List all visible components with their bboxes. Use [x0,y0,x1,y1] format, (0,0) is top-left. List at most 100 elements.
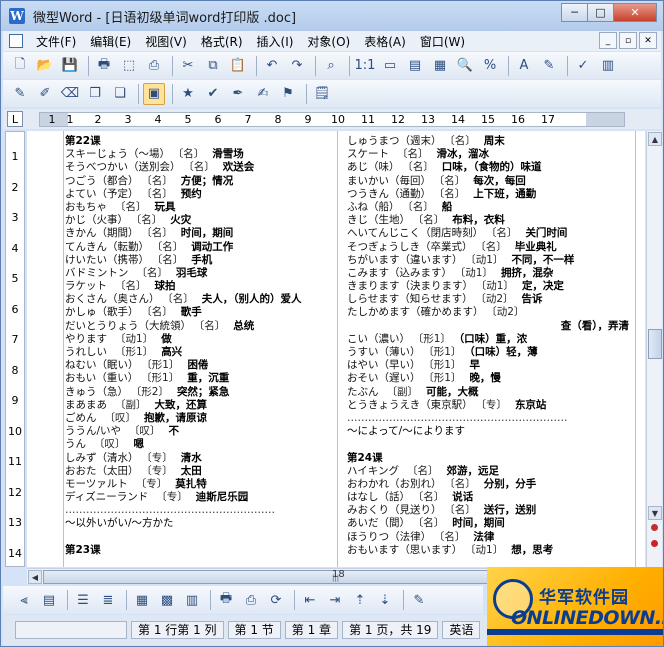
doc-restore-button[interactable]: ▫ [619,32,637,49]
marker-icon[interactable]: ✒ [227,83,249,105]
vertical-scroll-thumb[interactable] [648,329,662,359]
clipboard-active-icon[interactable]: ▣ [143,82,165,105]
vocab-entry[interactable]: あいだ（間） 〔名〕 时间，期间 [347,517,635,530]
vocab-entry[interactable]: まあまあ 〔副〕 大致，还算 [65,399,329,412]
note-icon[interactable]: 🗒 [311,83,333,105]
page-view-icon[interactable]: 1:1 [354,55,376,77]
table-insert-icon[interactable]: ▥ [181,589,203,611]
doc-red-icon[interactable]: ▦ [131,589,153,611]
vocab-entry[interactable]: やります 〔动1〕做 [65,333,329,346]
vocab-entry[interactable]: うすい（薄い） 〔形1〕 （口味）轻，薄 [347,346,635,359]
doc-close-button[interactable]: ✕ [639,32,657,49]
vocab-entry[interactable]: モーツァルト 〔专〕 莫扎特 [65,478,329,491]
vocab-entry[interactable]: きまります（決まります） 〔动1〕 定，决定 [347,280,635,293]
vocab-entry[interactable]: ハイキング 〔名〕 郊游，远足 [347,465,635,478]
minimize-button[interactable]: ─ [561,3,588,22]
vocab-entry[interactable]: おおた（太田） 〔专〕 太田 [65,465,329,478]
vocab-entry[interactable]: ううん/いや 〔叹〕不 [65,425,329,438]
vocab-entry[interactable]: うれしい 〔形1〕 高兴 [65,346,329,359]
list-icon[interactable]: ☰ [72,589,94,611]
vocab-entry[interactable]: はなし（話） 〔名〕 说话 [347,491,635,504]
save-icon[interactable]: 💾 [59,55,81,77]
maximize-button[interactable]: □ [587,3,614,22]
arrow-up-icon[interactable]: ⇡ [349,589,371,611]
print-preview-icon[interactable]: ⎙ [143,55,165,77]
vocab-entry[interactable]: たぶん 〔副〕 可能，大概 [347,386,635,399]
menu-view[interactable]: 视图(V) [138,33,194,50]
horizontal-ruler[interactable]: 1 1 2 3 4 5 6 7 8 9 10 11 12 13 14 15 16 17 [39,112,625,127]
vocab-entry[interactable]: へいてんじこく（閉店時刻） 〔名〕 关门时间 [347,227,635,240]
previous-page-button[interactable] [651,524,658,531]
pen2-icon[interactable]: ✎ [408,589,430,611]
vocab-entry[interactable]: はやい（早い） 〔形1〕早 [347,359,635,372]
vocab-entry[interactable]: ねむい（眠い） 〔形1〕 困倦 [65,359,329,372]
document-icon[interactable] [9,34,23,48]
cut-icon[interactable]: ✂ [177,55,199,77]
menu-table[interactable]: 表格(A) [357,33,413,50]
tab-stop-selector[interactable]: L [7,111,23,127]
vocab-entry[interactable]: しゅうまつ（週末） 〔名〕 周末 [347,135,635,148]
menu-insert[interactable]: 插入(I) [250,33,301,50]
split-icon[interactable]: ⫷ [13,589,35,611]
vocab-entry[interactable]: うん 〔叹〕嗯 [65,438,329,451]
grammar-note[interactable]: ～以外いがい/～方かた [65,517,329,530]
menu-edit[interactable]: 编辑(E) [83,33,138,50]
vertical-scrollbar[interactable]: ▲ ▼ [646,131,662,567]
page-icon[interactable]: ▤ [38,589,60,611]
refresh-icon[interactable]: ⟳ [265,589,287,611]
vocab-entry[interactable]: おそい（遅い） 〔形1〕 晚，慢 [347,372,635,385]
preview2-icon[interactable]: ⎙ [240,589,262,611]
vocab-entry[interactable]: おわかれ（お別れ） 〔名〕 分别，分手 [347,478,635,491]
menu-format[interactable]: 格式(R) [194,33,250,50]
pencil-icon[interactable]: ✎ [9,83,31,105]
vocab-entry[interactable]: ごめん 〔叹〕 抱歉，请原谅 [65,412,329,425]
redo-icon[interactable]: ↷ [286,55,308,77]
vocab-entry[interactable]: ディズニーランド 〔专〕 迪斯尼乐园 [65,491,329,504]
pen-icon[interactable]: ✍ [252,83,274,105]
chart-icon[interactable]: ▥ [597,55,619,77]
vocab-entry[interactable]: こい（濃い） 〔形1〕 （口味）重，浓 [347,333,635,346]
print-icon[interactable]: 🖶 [93,55,115,77]
vocab-entry[interactable]: きかん（期間） 〔名〕 时间，期间 [65,227,329,240]
vocab-entry[interactable]: スキーじょう（～場） 〔名〕 滑雪场 [65,148,329,161]
lesson-heading[interactable]: 第24课 [347,452,635,465]
vocab-entry[interactable]: おもいます（思います） 〔动1〕 想，思考 [347,544,635,557]
copy-page-icon[interactable]: ❐ [84,83,106,105]
full-view-icon[interactable]: ▦ [429,55,451,77]
brush-icon[interactable]: ⚑ [277,83,299,105]
vocab-entry[interactable]: そつぎょうしき（卒業式） 〔名〕 毕业典礼 [347,241,635,254]
edit-pen-icon[interactable]: ✐ [34,83,56,105]
vocab-entry[interactable]: きじ（生地） 〔名〕 布料，衣料 [347,214,635,227]
undo-icon[interactable]: ↶ [261,55,283,77]
meaning-continuation[interactable]: 查（看），弄清 [347,320,635,333]
vocab-entry[interactable]: ちがいます（違います） 〔动1〕 不同，不一样 [347,254,635,267]
text-column-right[interactable]: しゅうまつ（週末） 〔名〕 周末 スケート 〔名〕 滑冰，溜冰 あじ（味） 〔名〕 口味，（食物… [347,135,635,557]
close-button[interactable]: ✕ [613,3,657,22]
find-icon[interactable]: ⌕ [320,55,342,77]
doc-minimize-button[interactable]: _ [599,32,617,49]
text-column-left[interactable]: 第22课 スキーじょう（～場） 〔名〕 滑雪场 そうべつかい（送別会） 〔名〕 欢送会 つごう… [65,135,329,557]
outline-view-icon[interactable]: ▤ [404,55,426,77]
vocab-entry[interactable]: こみます（込みます） 〔动1〕 拥挤，混杂 [347,267,635,280]
lesson-heading[interactable]: 第22课 [65,135,329,148]
vocab-entry[interactable]: おもちゃ 〔名〕 玩具 [65,201,329,214]
scroll-left-button[interactable]: ◀ [28,570,42,584]
print2-icon[interactable]: 🖶 [215,589,237,611]
vocab-entry[interactable]: あじ（味） 〔名〕 口味，（食物的）味道 [347,161,635,174]
vocab-entry[interactable]: そうべつかい（送別会） 〔名〕 欢送会 [65,161,329,174]
menu-file[interactable]: 文件(F) [29,33,83,50]
vocab-entry[interactable]: けいたい（携帯） 〔名〕 手机 [65,254,329,267]
scroll-up-button[interactable]: ▲ [648,132,662,146]
pdf-icon[interactable]: ⬚ [118,55,140,77]
vocab-entry[interactable]: だいとうりょう（大統領） 〔名〕 总统 [65,320,329,333]
vocab-entry[interactable]: とうきょうえき（東京駅） 〔专〕 东京站 [347,399,635,412]
document-canvas[interactable]: 第22课 スキーじょう（～場） 〔名〕 滑雪场 そうべつかい（送別会） 〔名〕 欢送会 つごう… [27,131,645,567]
vocab-entry[interactable]: しらせます（知らせます） 〔动2〕 告诉 [347,293,635,306]
vocab-entry[interactable]: つうきん（通勤） 〔名〕 上下班，通勤 [347,188,635,201]
vocab-entry[interactable]: かじ（火事） 〔名〕 火灾 [65,214,329,227]
arrow-down-icon[interactable]: ⇣ [374,589,396,611]
vocab-entry[interactable]: おくさん（奥さん） 〔名〕 夫人，（别人的）爱人 [65,293,329,306]
menu-object[interactable]: 对象(O) [300,33,357,50]
arrow-right-icon[interactable]: ⇥ [324,589,346,611]
lesson-heading[interactable]: 第23课 [65,544,329,557]
